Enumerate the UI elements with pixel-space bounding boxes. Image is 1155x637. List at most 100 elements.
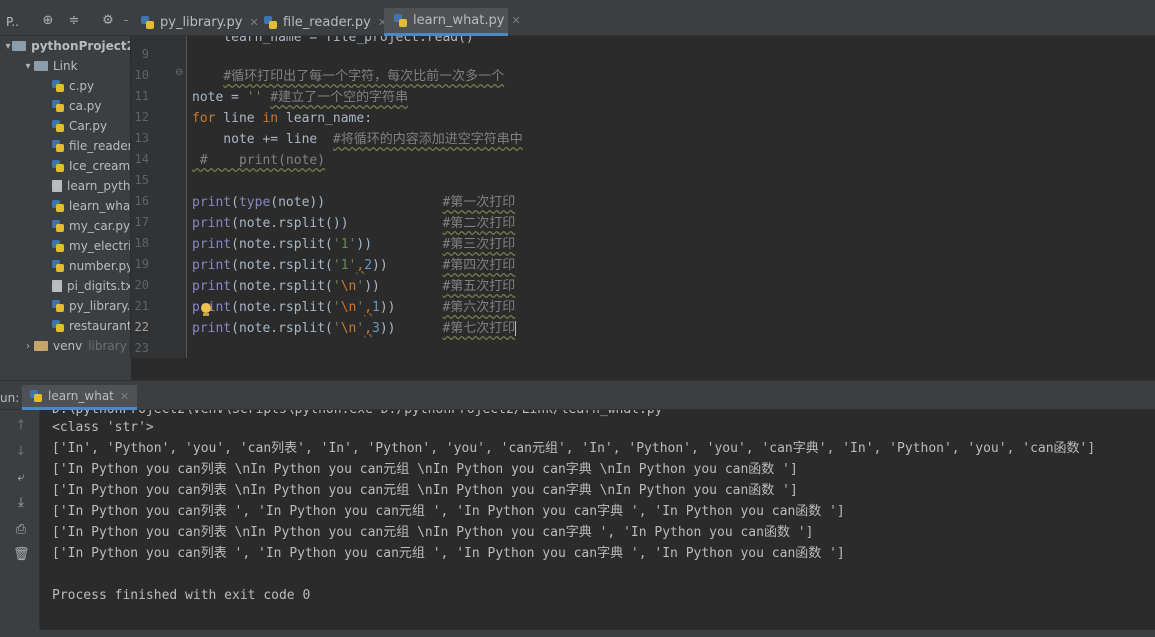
tree-item[interactable]: Car.py: [0, 116, 130, 136]
python-file-icon: [141, 15, 154, 29]
tree-item-label: learn_what.p: [69, 199, 131, 213]
python-file-icon: [52, 80, 64, 92]
text-file-icon: [52, 180, 62, 192]
run-panel-header: un: learn_what ✕: [0, 385, 1155, 410]
python-file-icon: [52, 160, 64, 172]
tree-item-label: Ice_cream.p: [69, 159, 131, 173]
line-number: 14: [134, 152, 149, 166]
project-tool-header: P.. ⊕ ≑ ⚙ –: [0, 8, 131, 36]
tab-file-reader[interactable]: file_reader.py ✕: [254, 8, 387, 36]
locate-icon[interactable]: ⊕: [40, 13, 56, 29]
line-number-gutter: 9 10 11 12 13 14 15 16 17 18 19 20 21 22 23 ⊖: [131, 36, 187, 358]
tree-item-label: pi_digits.txt: [67, 279, 131, 293]
line-number: 9: [141, 47, 149, 61]
line-number: 13: [134, 131, 149, 145]
soft-wrap-icon[interactable]: ⤶: [13, 470, 29, 486]
line-number: 15: [134, 173, 149, 187]
tree-item-label: ca.py: [69, 99, 102, 113]
tab-py-library[interactable]: py_library.py ✕: [131, 8, 259, 36]
python-file-icon: [52, 120, 64, 132]
scroll-to-end-icon[interactable]: ⤓: [13, 495, 29, 511]
run-tab-label: learn_what: [48, 389, 114, 403]
tree-item[interactable]: number.py: [0, 256, 130, 276]
code-line-14: # print(note): [192, 153, 326, 168]
tree-item[interactable]: Ice_cream.p: [0, 156, 131, 176]
tree-item[interactable]: my_car.py: [0, 216, 131, 236]
tree-item[interactable]: file_reader.p: [0, 136, 131, 156]
tree-item[interactable]: pi_digits.txt: [0, 276, 131, 296]
run-toolbar: ↑ ↓ ⤶ ⤓ ⎙ 🗑: [0, 410, 40, 637]
collapse-all-icon[interactable]: ≑: [66, 13, 82, 29]
code-editor[interactable]: learn_name = file_project.read() #循环打印出了…: [187, 36, 1155, 358]
chevron-down-icon[interactable]: ▾: [4, 41, 12, 52]
project-tree: ▾ pythonProject2 ▾ Link c.py ca.py Car.py file_…: [0, 36, 131, 380]
close-icon[interactable]: ✕: [120, 390, 129, 403]
tree-item-label: venv: [53, 339, 83, 353]
text-file-icon: [52, 280, 62, 292]
folder-icon: [34, 61, 48, 71]
tree-item[interactable]: ▾ pythonProject2: [0, 36, 131, 56]
tree-item[interactable]: c.py: [0, 76, 130, 96]
tree-item[interactable]: py_library.p: [0, 296, 130, 316]
tree-item[interactable]: ▾ Link: [0, 56, 130, 76]
folder-icon: [12, 41, 27, 51]
tab-learn-what[interactable]: learn_what.py ✕: [384, 8, 521, 36]
line-number: 11: [134, 89, 149, 103]
status-bar: [0, 630, 1155, 637]
console-output[interactable]: D:\pythonProject2\venv\Scripts\python.ex…: [40, 410, 1155, 630]
lightbulb-icon[interactable]: [200, 303, 212, 317]
tree-item[interactable]: restaurant.p: [0, 316, 130, 336]
chevron-down-icon[interactable]: ▾: [22, 61, 34, 72]
tree-item[interactable]: › venv library ro: [0, 336, 130, 356]
line-number: 17: [134, 215, 149, 229]
tree-item-label: c.py: [69, 79, 95, 93]
code-line-10: #循环打印出了每一个字符，每次比前一次多一个: [223, 69, 505, 84]
gear-icon[interactable]: ⚙: [100, 13, 116, 29]
chevron-right-icon[interactable]: ›: [22, 341, 34, 352]
python-file-icon: [52, 260, 64, 272]
close-icon[interactable]: ✕: [511, 14, 520, 27]
tree-item[interactable]: learn_what.p: [0, 196, 131, 216]
code-line-22: print(note.rsplit('\n',3)) #第七次打印: [192, 321, 517, 336]
tree-item-label: my_car.py: [69, 219, 131, 233]
console-line: ['In Python you can列表 \nIn Python you ca…: [52, 462, 798, 477]
print-icon[interactable]: ⎙: [13, 522, 29, 538]
title-strip: [0, 0, 1155, 8]
console-line: ['In Python you can列表 ', 'In Python you …: [52, 546, 845, 561]
line-number: 22: [134, 320, 149, 334]
console-line: ['In Python you can列表 \nIn Python you ca…: [52, 483, 798, 498]
scroll-down-icon[interactable]: ↓: [13, 444, 29, 460]
console-line: <class 'str'>: [52, 420, 154, 435]
code-line-18: print(note.rsplit('1')) #第三次打印: [192, 237, 516, 252]
python-file-icon: [394, 14, 407, 27]
console-line: ['In Python you can列表 ', 'In Python you …: [52, 504, 845, 519]
tree-item[interactable]: my_electric_: [0, 236, 130, 256]
trash-icon[interactable]: 🗑: [13, 547, 30, 563]
project-panel-label[interactable]: P..: [6, 15, 19, 29]
fold-icon[interactable]: ⊖: [175, 67, 183, 78]
line-number: 10: [134, 68, 149, 82]
line-number: 12: [134, 110, 149, 124]
tree-item-label: file_reader.p: [69, 139, 131, 153]
tree-item[interactable]: ca.py: [0, 96, 130, 116]
tree-item[interactable]: learn_pytho: [0, 176, 131, 196]
code-line-16: print(type(note)) #第一次打印: [192, 195, 516, 210]
python-file-icon: [52, 320, 64, 332]
tab-label: file_reader.py: [283, 14, 371, 30]
console-line: ['In Python you can列表 \nIn Python you ca…: [52, 525, 814, 540]
tree-item-label: learn_pytho: [67, 179, 131, 193]
tree-item-note: library ro: [88, 339, 130, 353]
scroll-up-icon[interactable]: ↑: [13, 418, 29, 434]
tab-label: py_library.py: [160, 14, 243, 30]
code-line-12: for line in learn_name:: [192, 111, 373, 126]
code-line-21: print(note.rsplit('\n',1)) #第六次打印: [192, 300, 516, 315]
editor-tab-bar: py_library.py ✕ file_reader.py ✕ learn_w…: [131, 8, 1155, 36]
code-line-19: print(note.rsplit('1',2)) #第四次打印: [192, 258, 516, 273]
tree-item-label: pythonProject2: [31, 39, 131, 53]
console-line: ['In', 'Python', 'you', 'can列表', 'In', '…: [52, 441, 1096, 456]
run-tab-learn-what[interactable]: learn_what ✕: [22, 385, 138, 410]
line-number: 18: [134, 236, 149, 250]
tree-item-label: Link: [53, 59, 78, 73]
tab-label: learn_what.py: [413, 13, 505, 28]
python-file-icon: [30, 390, 42, 402]
